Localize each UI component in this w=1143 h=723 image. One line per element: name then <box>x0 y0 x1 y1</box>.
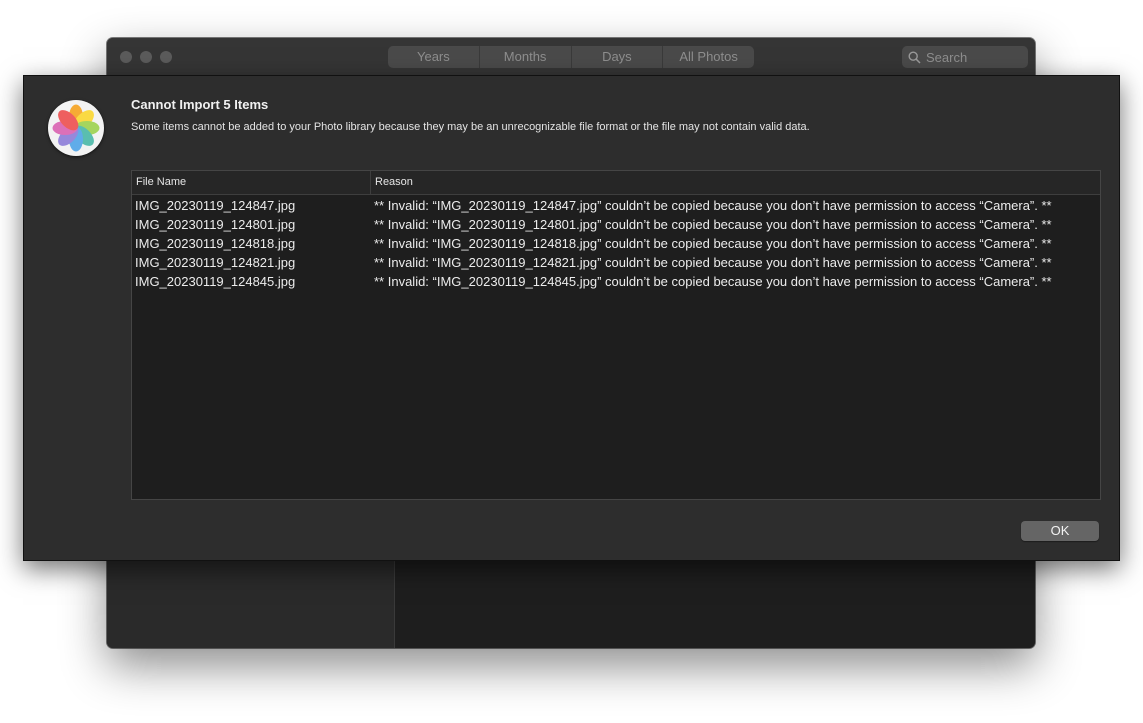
tab-days[interactable]: Days <box>572 46 664 68</box>
table-row[interactable]: IMG_20230119_124847.jpg ** Invalid: “IMG… <box>132 196 1100 215</box>
table-row[interactable]: IMG_20230119_124821.jpg ** Invalid: “IMG… <box>132 253 1100 272</box>
minimize-window-button[interactable] <box>140 51 152 63</box>
window-titlebar: Years Months Days All Photos Search <box>107 38 1035 77</box>
view-segmented-control: Years Months Days All Photos <box>388 46 754 68</box>
table-body: IMG_20230119_124847.jpg ** Invalid: “IMG… <box>132 195 1100 291</box>
reason-cell: ** Invalid: “IMG_20230119_124821.jpg” co… <box>374 255 1052 270</box>
table-row[interactable]: IMG_20230119_124845.jpg ** Invalid: “IMG… <box>132 272 1100 291</box>
search-placeholder: Search <box>926 49 968 65</box>
dialog-title: Cannot Import 5 Items <box>131 97 269 112</box>
search-field[interactable]: Search <box>902 46 1028 68</box>
file-name-cell: IMG_20230119_124818.jpg <box>135 236 296 251</box>
error-table: File Name Reason IMG_20230119_124847.jpg… <box>131 170 1101 500</box>
table-header: File Name Reason <box>132 171 1100 195</box>
photos-app-icon <box>48 100 104 156</box>
table-row[interactable]: IMG_20230119_124801.jpg ** Invalid: “IMG… <box>132 215 1100 234</box>
import-error-dialog: Cannot Import 5 Items Some items cannot … <box>23 75 1120 561</box>
file-name-cell: IMG_20230119_124801.jpg <box>135 217 296 232</box>
tab-years[interactable]: Years <box>388 46 480 68</box>
dialog-message: Some items cannot be added to your Photo… <box>131 121 810 133</box>
file-name-cell: IMG_20230119_124847.jpg <box>135 198 296 213</box>
reason-cell: ** Invalid: “IMG_20230119_124818.jpg” co… <box>374 236 1052 251</box>
ok-button[interactable]: OK <box>1021 521 1099 541</box>
tab-all-photos[interactable]: All Photos <box>663 46 754 68</box>
reason-cell: ** Invalid: “IMG_20230119_124847.jpg” co… <box>374 198 1052 213</box>
close-window-button[interactable] <box>120 51 132 63</box>
search-icon <box>908 50 921 64</box>
zoom-window-button[interactable] <box>160 51 172 63</box>
tab-months[interactable]: Months <box>480 46 572 68</box>
file-name-cell: IMG_20230119_124821.jpg <box>135 255 296 270</box>
column-header-reason[interactable]: Reason <box>371 171 1100 194</box>
column-header-file-name[interactable]: File Name <box>132 171 371 194</box>
file-name-cell: IMG_20230119_124845.jpg <box>135 274 296 289</box>
table-row[interactable]: IMG_20230119_124818.jpg ** Invalid: “IMG… <box>132 234 1100 253</box>
reason-cell: ** Invalid: “IMG_20230119_124801.jpg” co… <box>374 217 1052 232</box>
reason-cell: ** Invalid: “IMG_20230119_124845.jpg” co… <box>374 274 1052 289</box>
